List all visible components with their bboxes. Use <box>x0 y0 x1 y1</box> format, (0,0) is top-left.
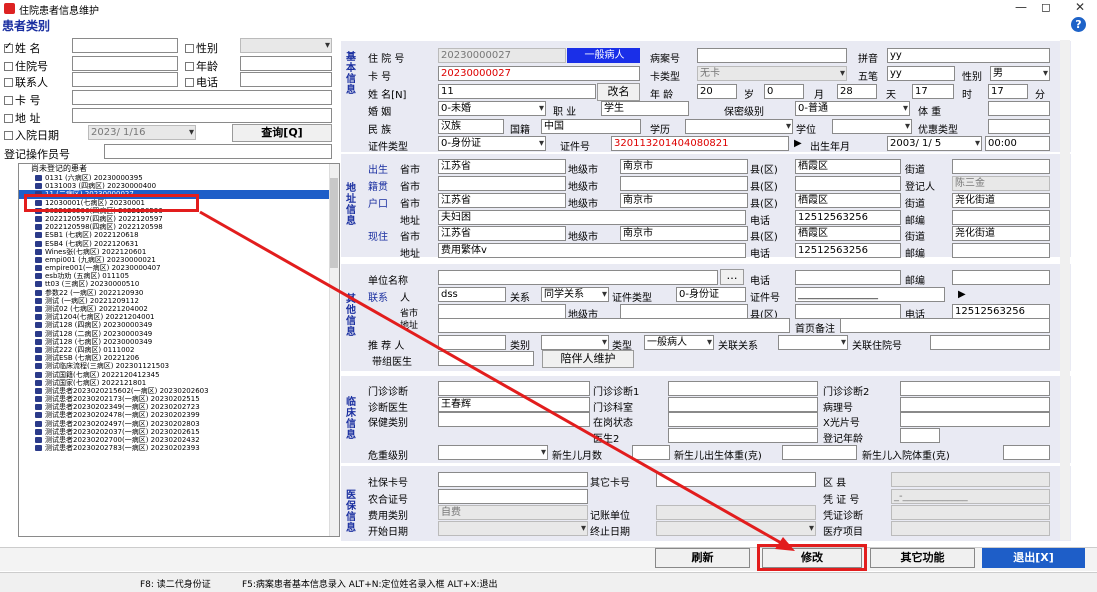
annotation-arrow <box>199 210 795 551</box>
